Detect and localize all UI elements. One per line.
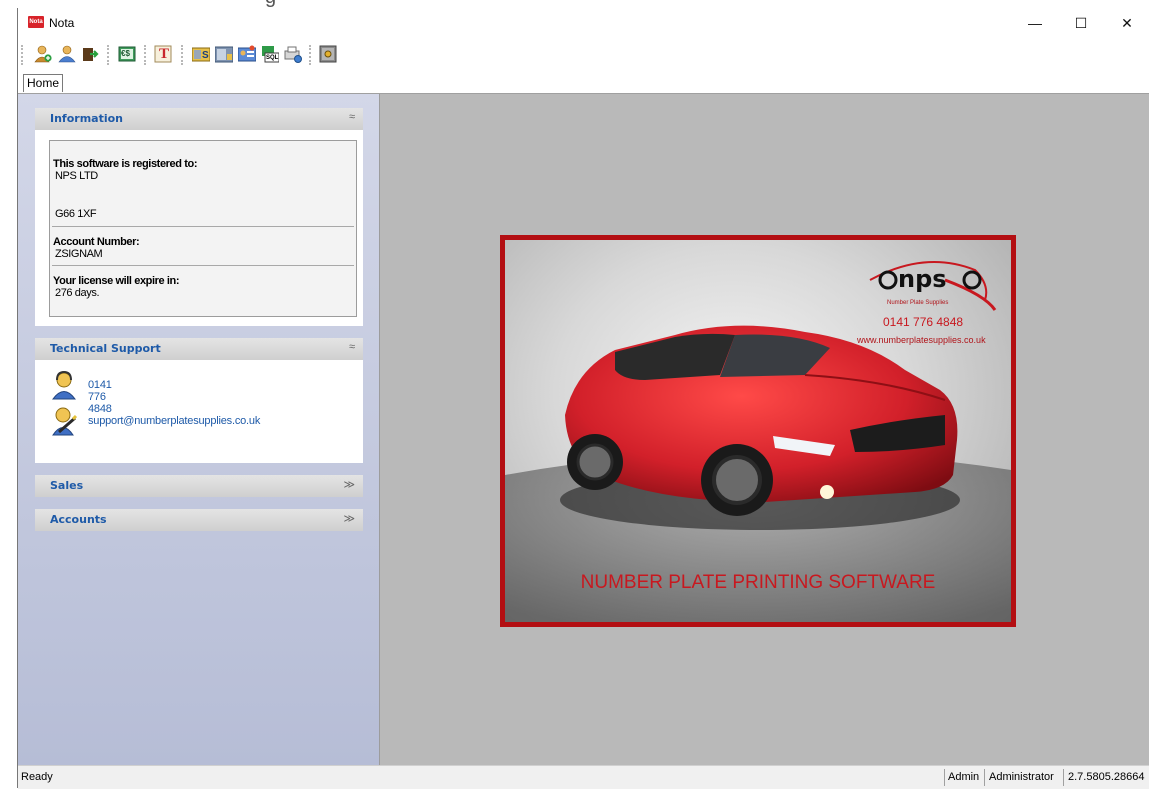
support-phone-link[interactable]: 0141 776 4848 <box>88 379 112 415</box>
close-button[interactable]: ✕ <box>1104 8 1149 38</box>
app-window: Nota Nota — ☐ ✕ €$ T S SQL Home Informat… <box>17 8 1149 789</box>
car-illustration <box>505 261 1011 622</box>
license-days: 276 days. <box>55 287 100 299</box>
stock-list-button[interactable] <box>213 43 235 65</box>
support-group-title: Technical Support <box>50 342 161 355</box>
status-separator <box>984 769 985 786</box>
text-icon-letter: T <box>159 46 170 62</box>
sales-group-header[interactable]: Sales ≫ <box>35 475 363 497</box>
license-label: Your license will expire in: <box>53 275 180 287</box>
status-separator <box>1063 769 1064 786</box>
user-card-icon <box>238 45 256 62</box>
toolbar-separator <box>107 45 112 65</box>
user-card-button[interactable] <box>236 43 258 65</box>
support-group-body: 0141 776 4848 support@numberplatesupplie… <box>35 360 363 463</box>
status-separator <box>944 769 945 786</box>
customer-button[interactable] <box>56 43 78 65</box>
printer-settings-button[interactable] <box>282 43 304 65</box>
divider <box>52 226 354 227</box>
information-group-title: Information <box>50 112 123 125</box>
divider <box>52 265 354 266</box>
toolbar-separator <box>144 45 149 65</box>
information-group-header[interactable]: Information ≈ <box>35 108 363 130</box>
title-bar[interactable]: Nota Nota — ☐ ✕ <box>18 8 1149 38</box>
window-title: Nota <box>49 16 75 30</box>
collapse-icon[interactable]: ≈ <box>349 341 355 353</box>
poster-image: nps Number Plate Supplies 0141 776 4848 … <box>505 240 1011 622</box>
printer-settings-icon <box>284 46 302 63</box>
background-text-fragment: g <box>265 0 276 8</box>
main-content: nps Number Plate Supplies 0141 776 4848 … <box>379 94 1149 765</box>
add-customer-icon <box>34 45 52 63</box>
accounts-group-title: Accounts <box>50 513 107 526</box>
toolbar-separator <box>181 45 186 65</box>
app-logo-icon: Nota <box>28 16 44 28</box>
poster-logo-subtitle: Number Plate Supplies <box>887 300 949 306</box>
account-number: ZSIGNAM <box>55 248 103 260</box>
poster-logo-text: nps <box>898 265 947 293</box>
stock-icon-letter: S <box>202 50 209 61</box>
expand-icon[interactable]: ≫ <box>343 512 355 525</box>
email-support-icon <box>52 407 77 436</box>
sql-icon-text: SQL <box>266 55 279 61</box>
exit-icon-text: €$ <box>121 49 130 58</box>
export-icon <box>83 48 99 61</box>
stock-button[interactable]: S <box>190 43 212 65</box>
maximize-button[interactable]: ☐ <box>1058 8 1104 38</box>
registered-company: NPS LTD <box>55 170 98 182</box>
background-window-fragment: g <box>0 0 1149 8</box>
safe-icon <box>319 45 337 63</box>
sql-button[interactable]: SQL <box>259 43 281 65</box>
sidebar: Information ≈ This software is registere… <box>18 94 379 765</box>
toolbar-grip[interactable] <box>21 45 26 65</box>
poster-phone: 0141 776 4848 <box>883 315 964 329</box>
customer-icon <box>58 45 76 63</box>
add-customer-button[interactable] <box>32 43 54 65</box>
status-version: 2.7.5805.28664 <box>1068 771 1145 783</box>
poster-headline: NUMBER PLATE PRINTING SOFTWARE <box>580 572 936 593</box>
export-button[interactable] <box>80 43 102 65</box>
registration-info-box: This software is registered to: NPS LTD … <box>49 140 357 317</box>
information-group-body: This software is registered to: NPS LTD … <box>35 130 363 326</box>
accounts-group-header[interactable]: Accounts ≫ <box>35 509 363 531</box>
stock-list-icon <box>215 46 233 63</box>
support-group-header[interactable]: Technical Support ≈ <box>35 338 363 360</box>
promo-poster: nps Number Plate Supplies 0141 776 4848 … <box>500 235 1016 627</box>
registered-postcode: G66 1XF <box>55 208 97 220</box>
poster-website: www.numberplatesupplies.co.uk <box>857 335 986 345</box>
text-button[interactable]: T <box>152 43 174 65</box>
sales-group-title: Sales <box>50 479 84 492</box>
status-user: Admin <box>948 771 980 783</box>
status-text: Ready <box>21 771 53 783</box>
minimize-button[interactable]: — <box>1012 8 1058 38</box>
phone-support-icon <box>52 370 76 400</box>
status-role: Administrator <box>989 771 1054 783</box>
expand-icon[interactable]: ≫ <box>343 478 355 491</box>
minimize-icon: — <box>1028 15 1042 31</box>
account-label: Account Number: <box>53 236 140 248</box>
toolbar-separator <box>309 45 314 65</box>
close-icon: ✕ <box>1121 14 1133 31</box>
registered-label: This software is registered to: <box>53 158 198 170</box>
tab-home[interactable]: Home <box>23 74 64 92</box>
exit-button[interactable]: €$ <box>116 43 138 65</box>
toolbar: €$ T S SQL <box>18 39 1149 71</box>
status-bar: Ready Admin Administrator 2.7.5805.28664 <box>18 765 1149 789</box>
safe-button[interactable] <box>317 43 339 65</box>
tab-strip: Home <box>18 71 1149 94</box>
support-email-link[interactable]: support@numberplatesupplies.co.uk <box>88 415 260 427</box>
maximize-icon: ☐ <box>1074 14 1088 31</box>
collapse-icon[interactable]: ≈ <box>349 111 355 123</box>
